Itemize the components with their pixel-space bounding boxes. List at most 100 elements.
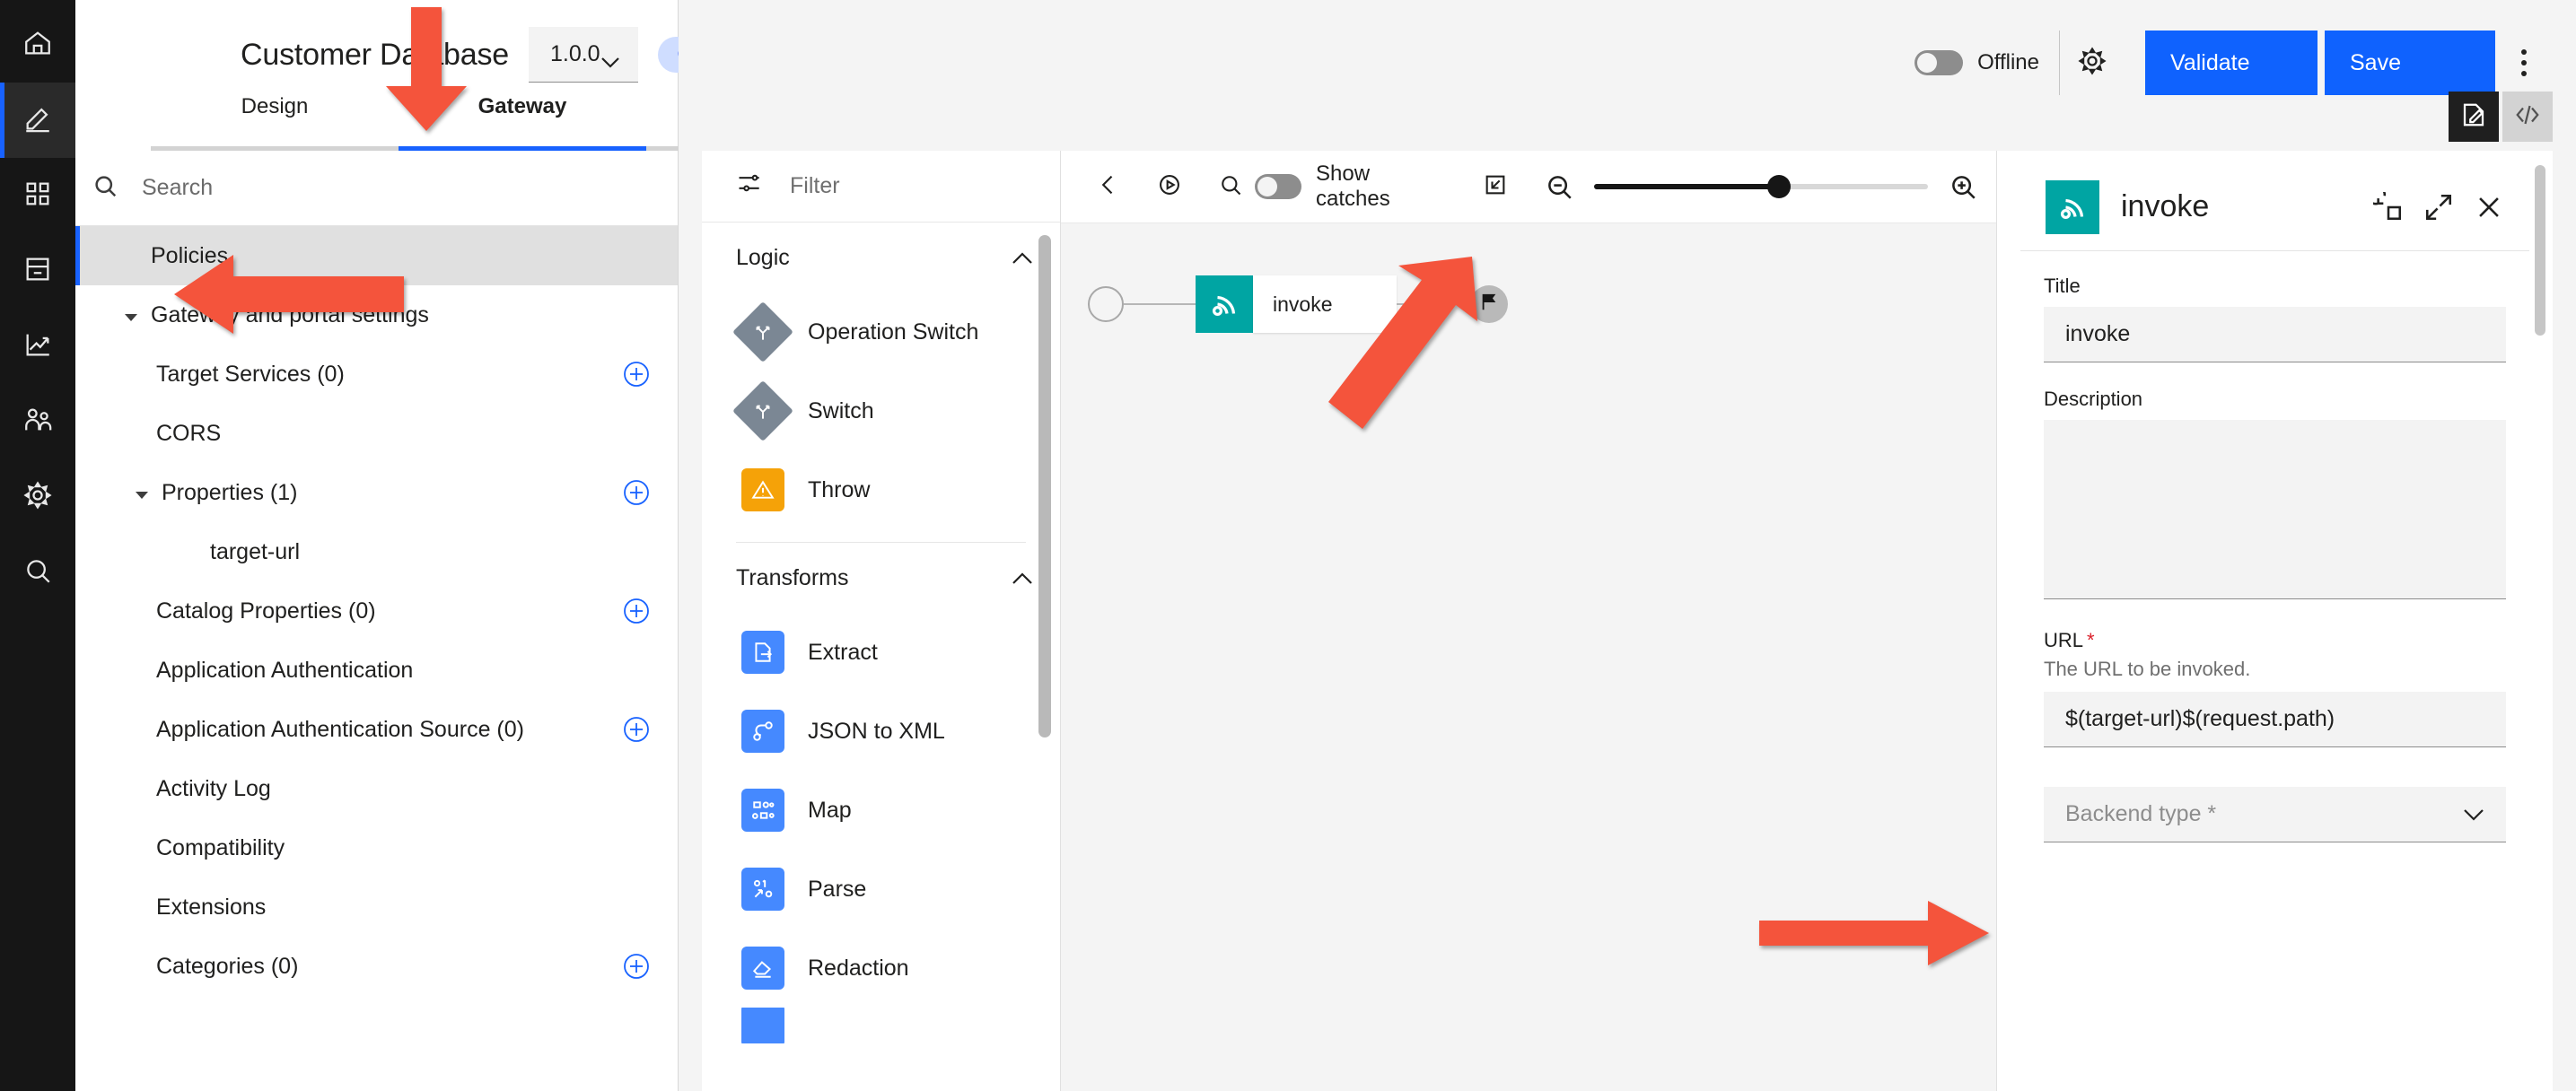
rail-item-search[interactable] bbox=[0, 535, 75, 610]
reset-icon[interactable] bbox=[2373, 192, 2404, 223]
palette-group-transforms[interactable]: Transforms bbox=[702, 543, 1060, 613]
properties-header: invoke bbox=[2020, 163, 2529, 251]
fit-to-screen-button[interactable] bbox=[1472, 162, 1519, 211]
canvas-search-button[interactable] bbox=[1206, 162, 1255, 211]
palette-group-logic[interactable]: Logic bbox=[702, 223, 1060, 292]
expand-icon[interactable] bbox=[2423, 192, 2454, 223]
field-backend-type: Backend type * bbox=[2044, 787, 2506, 842]
tab-design[interactable]: Design bbox=[151, 81, 399, 151]
flow-start-node[interactable] bbox=[1088, 286, 1124, 322]
add-property-icon[interactable] bbox=[622, 478, 651, 507]
palette-item-json-to-xml[interactable]: JSON to XML bbox=[702, 692, 1060, 771]
palette-item-switch[interactable]: Switch bbox=[702, 371, 1060, 450]
tree-item-cors[interactable]: CORS bbox=[75, 404, 678, 463]
rail-item-members[interactable] bbox=[0, 384, 75, 459]
branch-icon bbox=[732, 301, 793, 362]
chevron-down-icon[interactable] bbox=[124, 302, 151, 328]
palette-item-extract[interactable]: Extract bbox=[702, 613, 1060, 692]
slider-thumb[interactable] bbox=[1767, 175, 1791, 198]
toggle-knob bbox=[1257, 177, 1277, 196]
settings-button[interactable] bbox=[2059, 31, 2124, 95]
description-label: Description bbox=[2044, 388, 2506, 411]
add-app-auth-source-icon[interactable] bbox=[622, 715, 651, 744]
chevron-down-icon[interactable] bbox=[135, 480, 162, 506]
rail-item-settings[interactable] bbox=[0, 459, 75, 535]
tree-item-activity-log[interactable]: Activity Log bbox=[75, 759, 678, 818]
invoke-antenna-icon bbox=[1196, 275, 1253, 333]
tree-item-label: Categories (0) bbox=[156, 954, 622, 980]
map-nodes-icon bbox=[741, 789, 784, 832]
validate-button[interactable]: Validate bbox=[2145, 31, 2318, 95]
palette-item-partial[interactable] bbox=[702, 1008, 1060, 1043]
zoom-slider[interactable] bbox=[1594, 173, 1928, 200]
add-target-service-icon[interactable] bbox=[622, 360, 651, 388]
gear-icon bbox=[22, 480, 53, 515]
grid-icon bbox=[22, 179, 53, 214]
offline-label: Offline bbox=[1977, 50, 2039, 75]
search-input[interactable] bbox=[142, 175, 519, 201]
policy-icon bbox=[741, 1008, 784, 1043]
tree-item-policies[interactable]: Policies bbox=[75, 226, 678, 285]
properties-actions bbox=[2373, 192, 2504, 223]
play-circle-icon bbox=[1157, 172, 1182, 202]
palette-item-redaction[interactable]: Redaction bbox=[702, 929, 1060, 1008]
rail-item-analytics[interactable] bbox=[0, 309, 75, 384]
palette-scrollbar[interactable] bbox=[1038, 235, 1051, 738]
palette-scroll-area: Logic Operation Switch bbox=[702, 223, 1060, 1091]
main-toolbar: Offline Validate Save bbox=[679, 0, 2576, 151]
palette-item-label: Parse bbox=[808, 877, 866, 903]
palette-item-parse[interactable]: Parse bbox=[702, 850, 1060, 929]
zoom-out-icon[interactable] bbox=[1544, 171, 1574, 202]
assembly-flow-canvas[interactable]: invoke bbox=[1061, 223, 1996, 1091]
show-catches-group: Show catches bbox=[1255, 161, 1445, 212]
version-select[interactable]: 1.0.0 bbox=[529, 27, 638, 83]
tree-item-compatibility[interactable]: Compatibility bbox=[75, 818, 678, 877]
palette-item-throw[interactable]: Throw bbox=[702, 450, 1060, 529]
palette-item-map[interactable]: Map bbox=[702, 771, 1060, 850]
flow-end-node[interactable] bbox=[1470, 285, 1508, 323]
zoom-in-icon[interactable] bbox=[1948, 171, 1978, 202]
properties-scrollbar[interactable] bbox=[2535, 165, 2545, 336]
description-textarea[interactable] bbox=[2044, 420, 2506, 599]
offline-toggle[interactable] bbox=[1914, 50, 1963, 75]
required-marker: * bbox=[2087, 629, 2095, 651]
form-editor-button[interactable] bbox=[2449, 92, 2499, 142]
canvas-toolbar-left bbox=[1084, 162, 1255, 211]
tab-gateway[interactable]: Gateway bbox=[399, 81, 646, 151]
tree-item-application-authentication-source[interactable]: Application Authentication Source (0) bbox=[75, 700, 678, 759]
analytics-icon bbox=[22, 329, 53, 364]
tree-item-catalog-properties[interactable]: Catalog Properties (0) bbox=[75, 581, 678, 641]
run-button[interactable] bbox=[1145, 162, 1194, 211]
title-input[interactable] bbox=[2044, 307, 2506, 362]
show-catches-toggle[interactable] bbox=[1255, 174, 1301, 199]
url-input[interactable] bbox=[2044, 692, 2506, 747]
rail-item-apps[interactable] bbox=[0, 158, 75, 233]
tree-item-target-services[interactable]: Target Services (0) bbox=[75, 345, 678, 404]
tree-item-application-authentication[interactable]: Application Authentication bbox=[75, 641, 678, 700]
tree-item-target-url[interactable]: target-url bbox=[75, 522, 678, 581]
editor-view-toggle bbox=[2449, 92, 2553, 142]
palette-filter[interactable]: Filter bbox=[702, 151, 1060, 223]
policy-node-invoke[interactable]: invoke bbox=[1196, 275, 1397, 333]
save-button[interactable]: Save bbox=[2325, 31, 2495, 95]
add-catalog-property-icon[interactable] bbox=[622, 597, 651, 625]
tree-item-extensions[interactable]: Extensions bbox=[75, 877, 678, 937]
global-actions: Offline Validate Save bbox=[1914, 31, 2553, 95]
rail-item-develop[interactable] bbox=[0, 83, 75, 158]
rail-item-home[interactable] bbox=[0, 7, 75, 83]
policy-properties-panel: invoke Title Description bbox=[1996, 151, 2553, 1091]
add-category-icon[interactable] bbox=[622, 952, 651, 981]
tree-item-label: Application Authentication bbox=[156, 658, 651, 684]
palette-item-operation-switch[interactable]: Operation Switch bbox=[702, 292, 1060, 371]
tree-item-gateway-and-portal-settings[interactable]: Gateway and portal settings bbox=[75, 285, 678, 345]
backend-type-select[interactable]: Backend type * bbox=[2044, 787, 2506, 842]
properties-body: Title Description URL* The URL to be inv… bbox=[1997, 251, 2553, 1091]
close-icon[interactable] bbox=[2474, 192, 2504, 223]
overflow-menu-button[interactable] bbox=[2495, 31, 2553, 95]
tree-item-properties[interactable]: Properties (1) bbox=[75, 463, 678, 522]
source-code-button[interactable] bbox=[2502, 92, 2553, 142]
tree-item-categories[interactable]: Categories (0) bbox=[75, 937, 678, 996]
rail-item-catalog[interactable] bbox=[0, 233, 75, 309]
back-button[interactable] bbox=[1084, 162, 1133, 211]
field-url: URL* The URL to be invoked. bbox=[2044, 629, 2506, 747]
